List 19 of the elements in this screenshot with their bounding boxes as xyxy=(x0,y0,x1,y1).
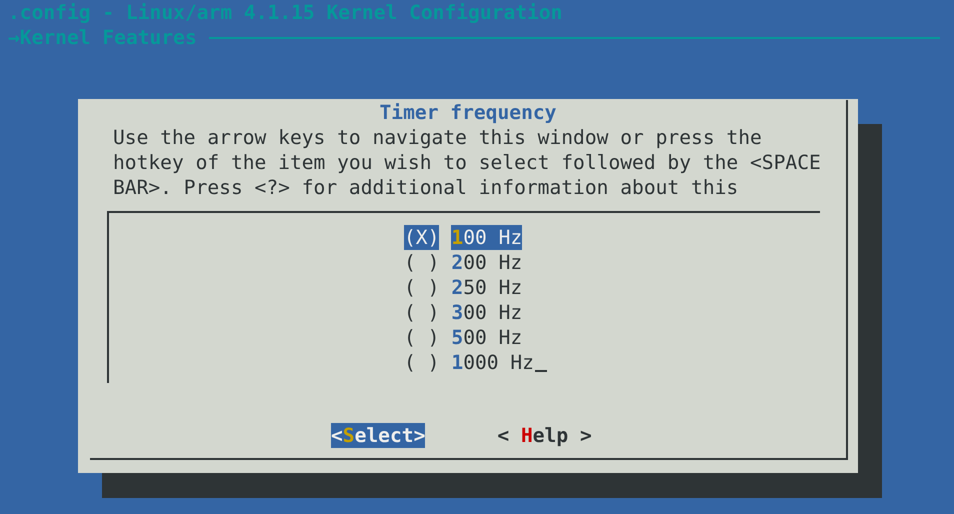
option-label[interactable]: 100 Hz xyxy=(451,225,522,250)
radio-marker[interactable]: (X) xyxy=(404,225,440,250)
radio-marker[interactable]: ( ) xyxy=(404,325,440,350)
radio-marker[interactable]: ( ) xyxy=(404,275,440,300)
help-text: BAR>. Press <?> for additional information about this xyxy=(112,175,740,200)
option-label[interactable]: 1000 Hz xyxy=(451,350,534,375)
option-label[interactable]: 200 Hz xyxy=(451,250,522,275)
help-text: hotkey of the item you wish to select followed by the <SPACE xyxy=(112,150,822,175)
option-label[interactable]: 250 Hz xyxy=(451,275,522,300)
dialog-button[interactable]: <Select> xyxy=(331,423,426,448)
dialog-title: Timer frequency xyxy=(378,100,558,125)
radio-marker[interactable]: ( ) xyxy=(404,250,440,275)
option-label[interactable]: 500 Hz xyxy=(451,325,522,350)
radio-marker[interactable]: ( ) xyxy=(404,350,440,375)
text-cursor xyxy=(534,370,547,372)
dialog-button[interactable]: < Help > xyxy=(497,423,592,448)
option-label[interactable]: 300 Hz xyxy=(451,300,522,325)
radio-marker[interactable]: ( ) xyxy=(404,300,440,325)
help-text: Use the arrow keys to navigate this window or press the xyxy=(112,125,763,150)
